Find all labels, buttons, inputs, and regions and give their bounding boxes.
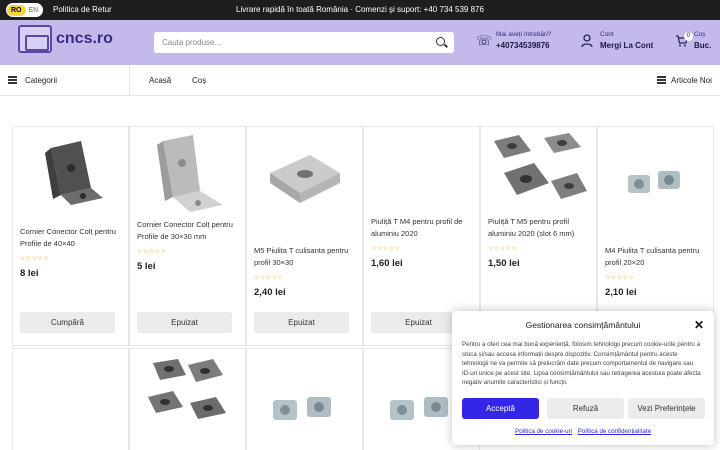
logo[interactable]: cncs.ro xyxy=(18,25,113,53)
product-card[interactable] xyxy=(12,348,129,450)
product-price: 8 lei xyxy=(20,268,39,279)
rating-stars: ☆☆☆☆☆ xyxy=(20,256,50,262)
preferences-button[interactable]: Vezi Preferințele xyxy=(628,398,705,419)
product-image[interactable] xyxy=(255,355,355,435)
search-bar xyxy=(154,32,454,53)
close-icon[interactable]: ✕ xyxy=(694,318,704,332)
new-articles-menu-icon[interactable] xyxy=(657,76,666,78)
nav-new-articles[interactable]: Articole Noi xyxy=(671,76,712,85)
product-card[interactable]: M5 Piulita T culisanta pentru profil 30×… xyxy=(246,126,363,346)
categories-menu[interactable]: Categorii xyxy=(25,76,57,85)
product-image[interactable] xyxy=(21,133,121,213)
product-price: 2,10 lei xyxy=(605,287,637,298)
product-image[interactable] xyxy=(489,133,589,213)
product-card[interactable] xyxy=(246,348,363,450)
search-input[interactable] xyxy=(154,38,424,47)
rating-stars: ☆☆☆☆☆ xyxy=(488,246,518,252)
logo-printer-icon xyxy=(18,25,52,53)
contact-label: Mai aveți întrebări? xyxy=(496,31,552,38)
rating-stars: ☆☆☆☆☆ xyxy=(137,249,167,255)
contact-block[interactable]: ☏ Mai aveți întrebări? +40734539876 xyxy=(476,31,551,50)
cart-value: Buc. xyxy=(694,41,712,50)
out-of-stock-button[interactable]: Epuizat xyxy=(254,312,349,333)
account-link[interactable]: Mergi La Cont xyxy=(600,41,653,50)
cart-label: Coș xyxy=(694,31,706,38)
account-block[interactable]: Cont Mergi La Cont xyxy=(580,31,653,50)
product-image[interactable] xyxy=(138,355,238,435)
accept-button[interactable]: Acceptă xyxy=(462,398,539,419)
out-of-stock-button[interactable]: Epuizat xyxy=(137,312,232,333)
nav-divider xyxy=(129,65,130,96)
header: cncs.ro ☏ Mai aveți întrebări? +40734539… xyxy=(0,20,720,65)
product-price: 5 lei xyxy=(137,261,156,272)
buy-button[interactable]: Cumpără xyxy=(20,312,115,333)
product-title[interactable]: M4 Piulita T culisanta pentru profil 20×… xyxy=(605,245,707,268)
product-card[interactable] xyxy=(129,348,246,450)
product-price: 2,40 lei xyxy=(254,287,286,298)
cookie-consent-dialog: Gestionarea consimțământului ✕ Pentru a … xyxy=(452,311,714,445)
product-price: 1,60 lei xyxy=(371,258,403,269)
product-title[interactable]: M5 Piulita T culisanta pentru profil 30×… xyxy=(254,245,356,268)
cart-count-badge: 0 xyxy=(684,32,693,41)
cart-icon: 0 xyxy=(674,32,693,48)
nav-cart[interactable]: Coș xyxy=(192,76,206,85)
product-title[interactable]: Piuliță T M5 pentru profil aluminiu 2020… xyxy=(488,216,590,239)
search-icon[interactable] xyxy=(436,37,445,46)
product-image[interactable] xyxy=(255,133,355,213)
rating-stars: ☆☆☆☆☆ xyxy=(605,275,635,281)
cookie-policy-link[interactable]: Politica de cookie-uri xyxy=(515,428,572,435)
product-image[interactable] xyxy=(138,133,238,213)
nav-home[interactable]: Acasă xyxy=(149,76,171,85)
rating-stars: ☆☆☆☆☆ xyxy=(254,275,284,281)
menu-icon[interactable] xyxy=(8,76,17,78)
cart-block[interactable]: 0 Coș Buc. xyxy=(674,31,711,50)
logo-text: cncs.ro xyxy=(56,30,113,47)
main-nav: Categorii Acasă Coș Articole Noi xyxy=(0,65,720,96)
shipping-message: Livrare rapidă în toată România · Comenz… xyxy=(236,5,484,14)
product-title[interactable]: Cornier Conector Colț pentru Profile de … xyxy=(137,219,239,242)
top-bar: RO EN Politica de Retur Livrare rapidă î… xyxy=(0,0,720,20)
product-title[interactable]: Piuliță T M4 pentru profil de aluminiu 2… xyxy=(371,216,473,239)
privacy-policy-link[interactable]: Politica de confidențialitate xyxy=(578,428,651,435)
deny-button[interactable]: Refuză xyxy=(547,398,624,419)
contact-phone[interactable]: +40734539876 xyxy=(496,41,551,50)
product-price: 1,50 lei xyxy=(488,258,520,269)
product-title[interactable]: Cornier Conector Colț pentru Profile de … xyxy=(20,226,122,249)
cookie-title: Gestionarea consimțământului xyxy=(525,320,641,330)
rating-stars: ☆☆☆☆☆ xyxy=(371,246,401,252)
policy-links: Politica de cookie-uri Politica de confi… xyxy=(452,428,714,435)
user-icon xyxy=(580,34,594,48)
product-image[interactable] xyxy=(606,133,706,213)
product-card[interactable]: Cornier Conector Colț pentru Profile de … xyxy=(129,126,246,346)
phone-icon: ☏ xyxy=(476,33,493,48)
product-card[interactable]: Cornier Conector Colț pentru Profile de … xyxy=(12,126,129,346)
cookie-body: Pentru a oferi cea mai bună experiență, … xyxy=(462,341,701,386)
account-label: Cont xyxy=(600,31,614,38)
